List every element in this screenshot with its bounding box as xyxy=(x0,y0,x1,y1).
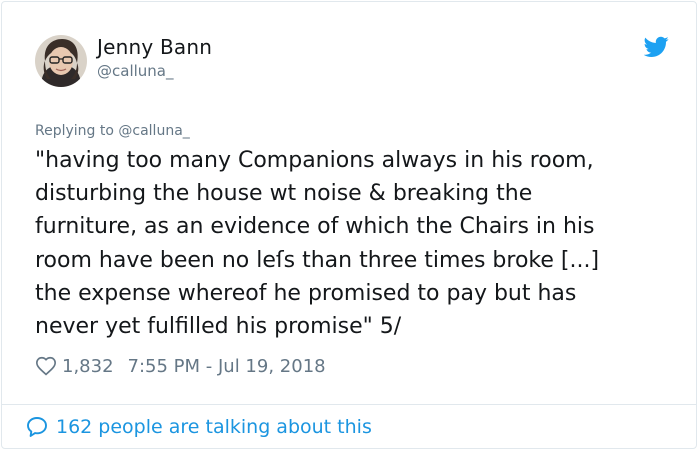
avatar[interactable] xyxy=(35,35,87,87)
replying-prefix: Replying to xyxy=(35,123,119,139)
replying-to: Replying to @calluna_ xyxy=(35,123,190,139)
talking-about-link[interactable]: 162 people are talking about this xyxy=(25,415,372,439)
tweet-meta: 1,832 7:55 PM - Jul 19, 2018 xyxy=(35,354,326,378)
talking-about-text[interactable]: 162 people are talking about this xyxy=(56,416,372,438)
author-handle[interactable]: @calluna_ xyxy=(97,62,173,80)
tweet-card: Jenny Bann @calluna_ Replying to @callun… xyxy=(1,1,697,449)
tweet-text: "having too many Companions always in hi… xyxy=(35,148,600,340)
heart-outline-icon[interactable] xyxy=(35,355,57,377)
twitter-bird-icon[interactable] xyxy=(643,36,669,58)
replying-handle-link[interactable]: @calluna_ xyxy=(118,123,189,139)
tweet-timestamp[interactable]: 7:55 PM - Jul 19, 2018 xyxy=(128,356,326,377)
speech-bubble-icon xyxy=(25,415,49,439)
like-count[interactable]: 1,832 xyxy=(62,356,114,377)
author-name[interactable]: Jenny Bann xyxy=(97,35,212,59)
footer-divider xyxy=(2,404,696,405)
